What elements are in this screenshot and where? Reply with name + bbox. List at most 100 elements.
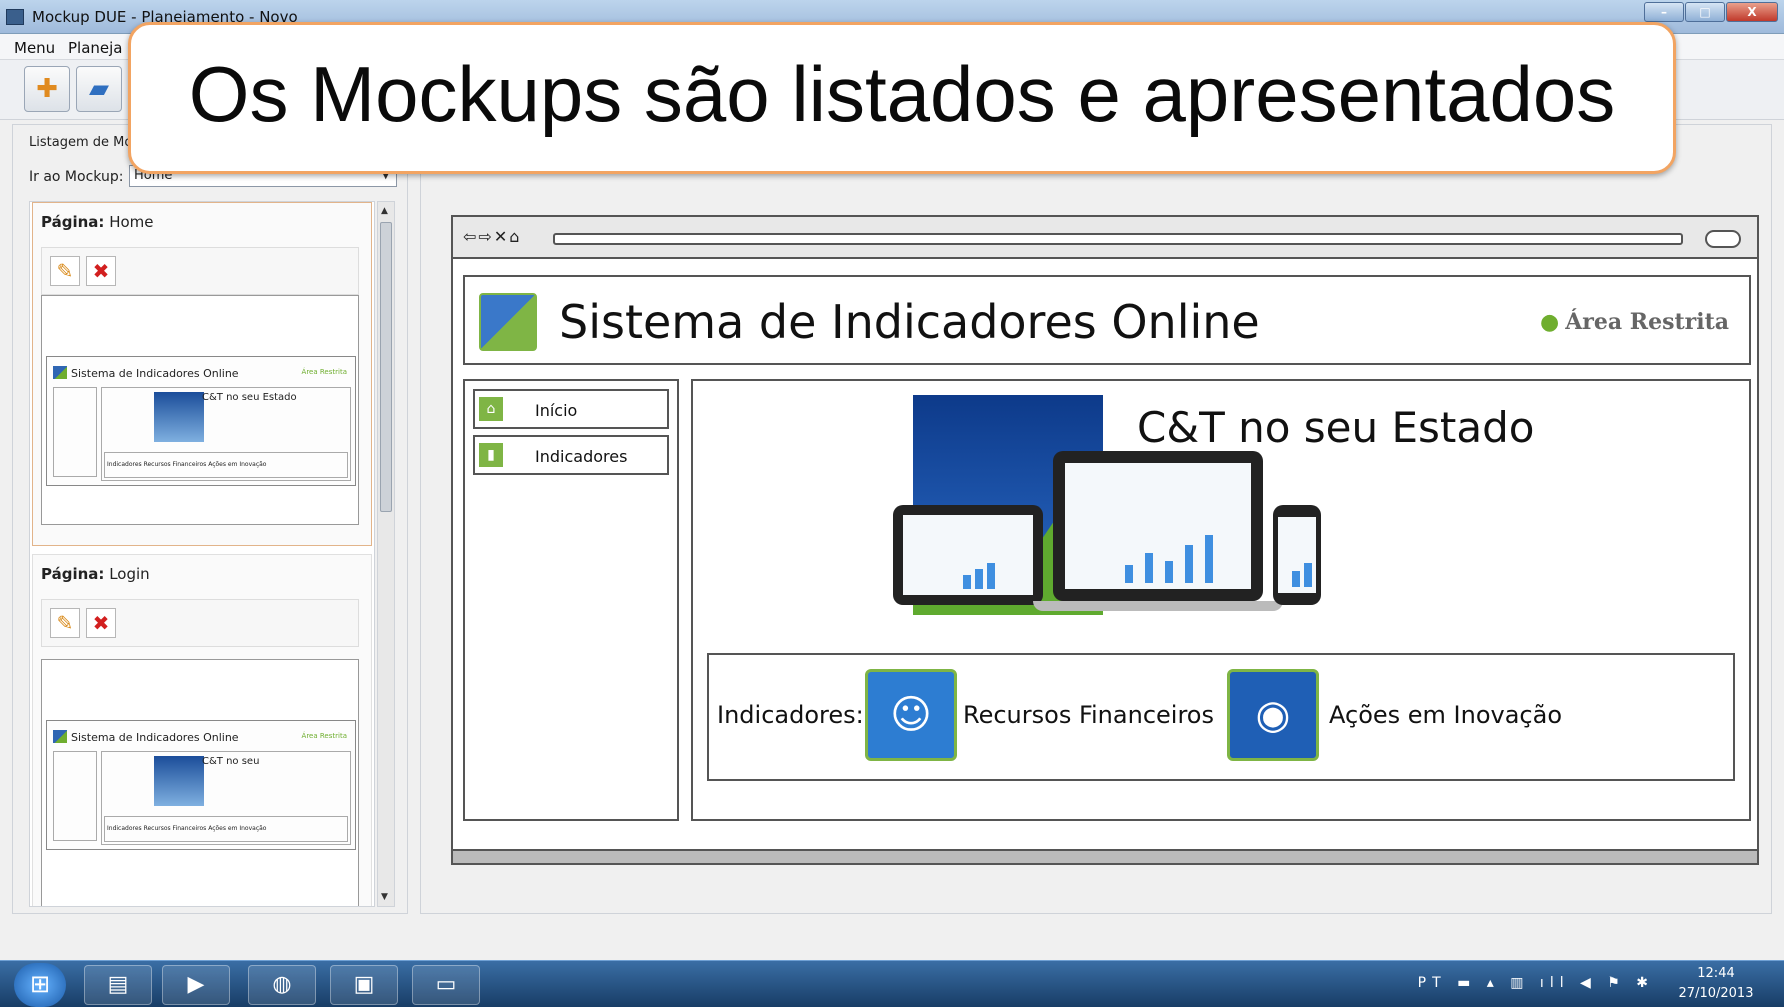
play-icon: ▶ xyxy=(187,972,205,997)
language-indicator[interactable]: PT xyxy=(1418,975,1447,991)
menu-item-planejamento[interactable]: Planeja xyxy=(68,39,123,57)
clock-date: 27/10/2013 xyxy=(1678,986,1754,1001)
clock-time: 12:44 xyxy=(1697,966,1735,981)
minimize-button[interactable]: – xyxy=(1644,2,1684,22)
thumb-area: Área Restrita xyxy=(301,368,347,376)
site-nav: ⌂ Início ▮ Indicadores xyxy=(463,379,679,821)
page-actions: ✎ ✖ xyxy=(41,247,359,295)
site-title: Sistema de Indicadores Online xyxy=(559,295,1260,349)
taskbar-app[interactable]: ▣ xyxy=(330,965,398,1005)
laptop-base xyxy=(1033,601,1283,611)
nav-item-indicadores: ▮ Indicadores xyxy=(473,435,669,475)
screen: Mockup DUE - Planejamento - Novo – □ X M… xyxy=(0,0,1784,1007)
lightbulb-icon: ◉ xyxy=(1227,669,1319,761)
app-icon xyxy=(6,9,24,25)
mockup-preview-panel: ⇦⇨✕⌂ Sistema de Indicadores Online ● Área… xyxy=(420,124,1772,914)
system-tray[interactable]: PT ▬ ▴ ▥ ıll ◀ ⚑ ✱ xyxy=(1418,975,1654,991)
page-thumbnail[interactable]: Sistema de Indicadores Online Área Restr… xyxy=(41,659,359,906)
list-label: Listagem de Mo xyxy=(29,135,133,150)
start-button[interactable]: ⊞ xyxy=(14,963,66,1007)
bar-chart-icon: ▮ xyxy=(479,443,503,467)
browser-nav-icons: ⇦⇨✕⌂ xyxy=(463,227,522,246)
goto-label: Ir ao Mockup: xyxy=(29,169,124,185)
phone-device xyxy=(1273,505,1321,605)
caption-callout: Os Mockups são listados e apresentados xyxy=(128,22,1676,174)
page-card-title: Página: Login xyxy=(41,565,150,583)
menu-item-menu[interactable]: Menu xyxy=(14,39,55,57)
open-mockup-button[interactable]: ▰ xyxy=(76,66,122,112)
page-label-name: Home xyxy=(109,213,154,231)
page-label-name: Login xyxy=(109,565,150,583)
thumb-heading: C&T no seu Estado xyxy=(202,392,297,403)
taskbar-media-player[interactable]: ▶ xyxy=(162,965,230,1005)
thumb-logo-icon xyxy=(53,366,67,379)
page-actions: ✎ ✖ xyxy=(41,599,359,647)
taskbar-mockup-app[interactable]: ▭ xyxy=(412,965,480,1005)
nav-item-inicio: ⌂ Início xyxy=(473,389,669,429)
windows-logo-icon: ⊞ xyxy=(29,970,51,998)
search-pill xyxy=(1705,230,1741,248)
people-icon: ☺ xyxy=(865,669,957,761)
thumbnail-mockup: Sistema de Indicadores Online Área Restr… xyxy=(46,356,356,486)
thumb-footer: Indicadores Recursos Financeiros Ações e… xyxy=(104,816,348,842)
browser-bar: ⇦⇨✕⌂ xyxy=(453,217,1757,259)
thumb-title: Sistema de Indicadores Online xyxy=(71,731,239,744)
indicators-label: Indicadores: xyxy=(717,701,864,729)
thumb-main: C&T no seu Estado Indicadores Recursos F… xyxy=(101,387,351,481)
thumb-nav xyxy=(53,387,97,477)
page-list-scrollbar[interactable]: ▲ ▼ xyxy=(377,201,395,907)
delete-page-button[interactable]: ✖ xyxy=(86,608,116,638)
thumb-title: Sistema de Indicadores Online xyxy=(71,367,239,380)
restricted-area-label: Área Restrita xyxy=(1565,309,1729,335)
chart-logo-icon xyxy=(479,293,537,351)
site-main: C&T no seu Estado Indicadores: ☺ Recurso… xyxy=(691,379,1751,821)
pencil-icon: ✎ xyxy=(56,259,74,283)
page-list[interactable]: Página: Home ✎ ✖ Sistema de Indicadores … xyxy=(29,201,375,907)
pencil-icon: ✎ xyxy=(56,611,74,635)
taskbar-firefox[interactable]: ◍ xyxy=(248,965,316,1005)
folder-icon: ▤ xyxy=(107,972,129,997)
indicators-box: Indicadores: ☺ Recursos Financeiros ◉ Aç… xyxy=(707,653,1735,781)
edit-page-button[interactable]: ✎ xyxy=(50,608,80,638)
maximize-button[interactable]: □ xyxy=(1685,2,1725,22)
thumb-hero-image xyxy=(154,756,204,806)
home-icon: ⌂ xyxy=(479,397,503,421)
delete-x-icon: ✖ xyxy=(92,259,110,283)
page-label-prefix: Página: xyxy=(41,213,105,231)
taskbar: ⊞ ▤ ▶ ◍ ▣ ▭ PT ▬ ▴ ▥ ıll ◀ ⚑ ✱ 12:44 27/… xyxy=(0,960,1784,1007)
taskbar-explorer[interactable]: ▤ xyxy=(84,965,152,1005)
mockup-preview: ⇦⇨✕⌂ Sistema de Indicadores Online ● Área… xyxy=(451,215,1759,865)
user-icon: ● xyxy=(1540,309,1560,335)
delete-page-button[interactable]: ✖ xyxy=(86,256,116,286)
thumb-nav xyxy=(53,751,97,841)
new-mockup-button[interactable]: ✚ xyxy=(24,66,70,112)
page-label-prefix: Página: xyxy=(41,565,105,583)
innovation-actions-label: Ações em Inovação xyxy=(1329,701,1563,729)
address-bar xyxy=(553,233,1683,245)
thumb-area: Área Restrita xyxy=(301,732,347,740)
thumb-hero-image xyxy=(154,392,204,442)
page-card-login[interactable]: Página: Login ✎ ✖ Sistema de Indicadores… xyxy=(32,554,372,906)
thumb-footer: Indicadores Recursos Financeiros Ações e… xyxy=(104,452,348,478)
scroll-thumb[interactable] xyxy=(380,222,392,512)
preview-scrollbar[interactable] xyxy=(453,849,1757,863)
close-button[interactable]: X xyxy=(1726,2,1778,22)
scroll-down-icon[interactable]: ▼ xyxy=(381,892,388,902)
folder-icon: ▰ xyxy=(89,74,109,104)
financial-resources-label: Recursos Financeiros xyxy=(963,701,1214,729)
thumb-heading: C&T no seu xyxy=(202,756,260,767)
mockup-list-panel: Listagem de Mo Ir ao Mockup: Home ▼ Pági… xyxy=(12,124,408,914)
nav-label: Início xyxy=(535,401,578,420)
window-icon: ▣ xyxy=(353,972,375,997)
site-header: Sistema de Indicadores Online ● Área Rest… xyxy=(463,275,1751,365)
edit-page-button[interactable]: ✎ xyxy=(50,256,80,286)
thumb-main: C&T no seu Indicadores Recursos Financei… xyxy=(101,751,351,845)
page-card-title: Página: Home xyxy=(41,213,153,231)
page-card-home[interactable]: Página: Home ✎ ✖ Sistema de Indicadores … xyxy=(32,202,372,546)
page-thumbnail[interactable]: Sistema de Indicadores Online Área Restr… xyxy=(41,295,359,525)
clock[interactable]: 12:44 27/10/2013 xyxy=(1666,964,1766,1004)
nav-label: Indicadores xyxy=(535,447,628,466)
caption-text: Os Mockups são listados e apresentados xyxy=(188,50,1616,138)
scroll-up-icon[interactable]: ▲ xyxy=(381,206,388,216)
restricted-area-link: ● Área Restrita xyxy=(1540,309,1729,335)
